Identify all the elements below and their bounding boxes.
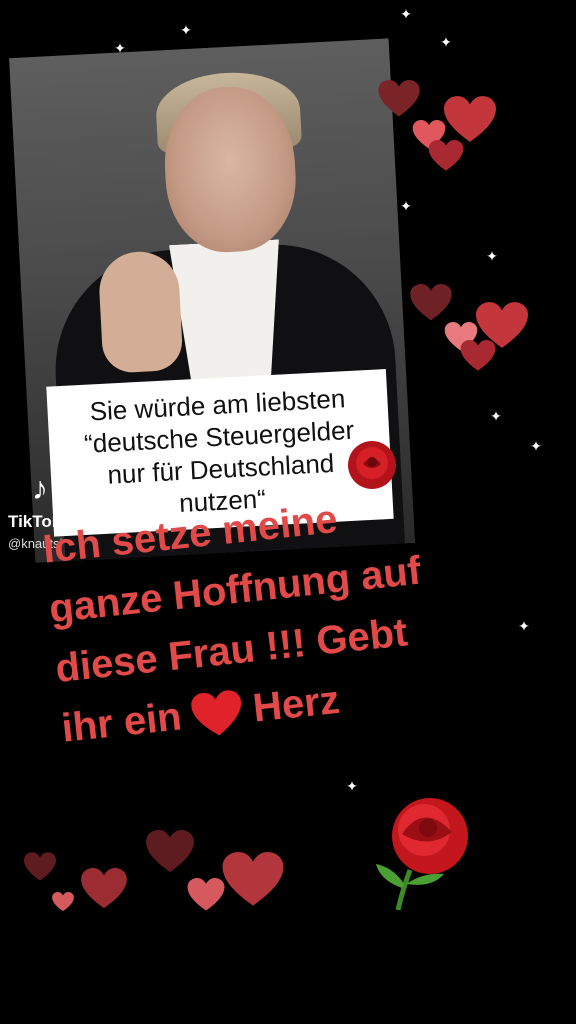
- message-text-before: ihr ein: [59, 694, 184, 751]
- sparkle-icon: ✦: [400, 198, 412, 214]
- sparkle-icon: ✦: [530, 438, 542, 454]
- rose-icon: [376, 798, 468, 911]
- sparkle-icon: ✦: [490, 408, 502, 424]
- message-text-after: Herz: [250, 677, 342, 731]
- heart-icon: [460, 340, 496, 371]
- heart-icon: [222, 852, 284, 906]
- tiktok-logo-icon: ♪: [32, 470, 48, 506]
- sparkle-icon: ✦: [440, 34, 452, 50]
- heart-icon: [81, 868, 127, 909]
- sparkle-icon: ✦: [346, 778, 358, 794]
- sparkle-icon: ✦: [400, 6, 412, 22]
- heart-icon: [191, 690, 242, 736]
- heart-icon: [24, 852, 56, 881]
- heart-icon: [378, 80, 420, 117]
- heart-icon: [444, 96, 496, 142]
- heart-icon: [146, 830, 194, 873]
- heart-icon: [410, 284, 452, 321]
- heart-icon: [187, 878, 225, 911]
- sparkle-icon: ✦: [518, 618, 530, 634]
- sparkle-icon: ✦: [486, 248, 498, 264]
- sparkle-icon: ✦: [114, 40, 126, 56]
- overlay-message: Ich setze meine ganze Hoffnung auf diese…: [40, 474, 503, 759]
- sparkle-icon: ✦: [180, 22, 192, 38]
- heart-icon: [52, 892, 74, 912]
- heart-icon: [428, 140, 464, 171]
- person-hand: [97, 249, 184, 374]
